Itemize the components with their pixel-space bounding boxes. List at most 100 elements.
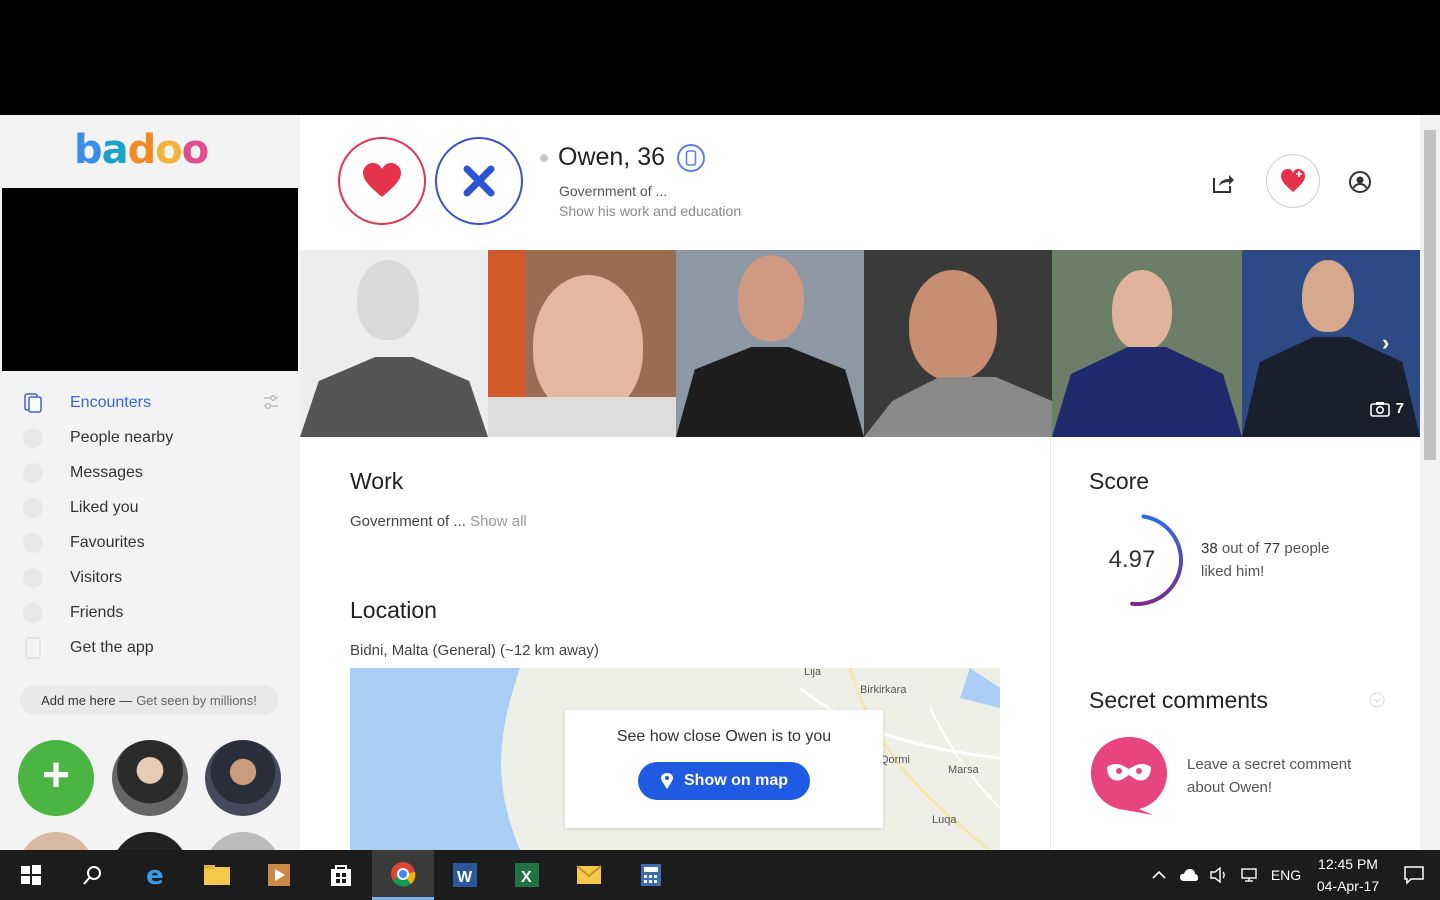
location-map[interactable]: Birkirkara Qormi Marsa Luqa alta Lija Se… [350, 668, 1000, 850]
like-button[interactable] [338, 137, 426, 225]
sidebar-item-label: Favourites [70, 533, 145, 551]
excel-icon[interactable]: X [496, 850, 558, 900]
media-player-icon[interactable] [248, 850, 310, 900]
profile-job: Government of ... [559, 183, 668, 199]
profile-photo[interactable] [676, 250, 864, 437]
favourites-icon [22, 532, 44, 554]
score-title: Score [1089, 468, 1150, 494]
profile-name-row: Owen, 36 [540, 143, 706, 172]
map-pin-icon [661, 773, 673, 789]
scrollbar-thumb[interactable] [1424, 130, 1436, 460]
show-on-map-button[interactable]: Show on map [638, 762, 810, 800]
heart-plus-icon [1281, 169, 1305, 192]
profile-photo[interactable] [488, 250, 676, 437]
system-tray: ENG 12:45 PM 04-Apr-17 [1144, 850, 1440, 900]
show-work-education-link[interactable]: Show his work and education [559, 203, 741, 219]
sidebar-item-encounters[interactable]: Encounters [0, 385, 300, 420]
redacted-profile-area [2, 188, 298, 371]
sidebar-item-people-nearby[interactable]: People nearby [0, 420, 300, 455]
profile-name: Owen, 36 [558, 143, 666, 171]
liked-count: 38 [1201, 540, 1218, 557]
photo-count[interactable]: 7 [1369, 400, 1404, 417]
sidebar-item-favourites[interactable]: Favourites [0, 525, 300, 560]
filter-icon[interactable] [262, 393, 280, 411]
logo-letter: o [155, 127, 183, 173]
network-icon[interactable] [1234, 850, 1264, 900]
avatar[interactable] [205, 832, 281, 850]
camera-icon [1369, 401, 1390, 417]
add-me-separator: — [119, 692, 133, 708]
language-indicator[interactable]: ENG [1264, 867, 1308, 883]
secret-mask-icon [1089, 735, 1169, 815]
sidebar-item-get-the-app[interactable]: Get the app [0, 630, 300, 665]
sidebar-item-liked-you[interactable]: Liked you [0, 490, 300, 525]
file-explorer-icon[interactable] [186, 850, 248, 900]
notifications-icon[interactable] [1388, 850, 1440, 900]
sidebar-item-visitors[interactable]: Visitors [0, 560, 300, 595]
sidebar-item-friends[interactable]: Friends [0, 595, 300, 630]
word-icon[interactable]: W [434, 850, 496, 900]
share-icon[interactable] [1210, 170, 1236, 196]
chevron-down-icon[interactable] [1369, 692, 1385, 713]
logo-letter: a [101, 127, 129, 173]
location-title: Location [350, 597, 437, 623]
sidebar-item-label: People nearby [70, 428, 174, 446]
verified-phone-icon[interactable] [677, 143, 706, 172]
score-value: 4.97 [1108, 546, 1156, 573]
secret-line2: about Owen! [1187, 779, 1273, 796]
sidebar-item-messages[interactable]: Messages [0, 455, 300, 490]
add-favourite-button[interactable] [1266, 154, 1320, 208]
clock[interactable]: 12:45 PM 04-Apr-17 [1308, 853, 1388, 897]
photo-strip[interactable]: › 7 [300, 250, 1420, 437]
secret-line1: Leave a secret comment [1187, 756, 1352, 773]
encounters-icon [22, 392, 44, 414]
logo-letter: d [127, 127, 157, 173]
main-content: Owen, 36 Government of ... Show his work… [300, 115, 1420, 850]
search-icon[interactable] [62, 850, 124, 900]
calculator-icon[interactable] [620, 850, 682, 900]
profile-photo[interactable] [864, 250, 1052, 437]
work-text: Government of ... Show all [350, 513, 527, 530]
phone-icon [22, 636, 44, 659]
volume-icon[interactable] [1204, 850, 1234, 900]
online-status-dot [540, 153, 548, 162]
secret-comment-text[interactable]: Leave a secret comment about Owen! [1187, 753, 1351, 799]
chrome-icon[interactable] [372, 850, 434, 900]
top-black-bar [0, 0, 1440, 115]
avatar[interactable] [18, 832, 94, 850]
photo-count-value: 7 [1395, 400, 1404, 417]
profile-photo[interactable] [1052, 250, 1242, 437]
heart-icon [363, 163, 401, 197]
liked-mid: out of [1217, 540, 1264, 557]
clock-time: 12:45 PM [1318, 856, 1378, 872]
badoo-logo[interactable]: badoo [74, 125, 209, 175]
liked-you-icon [22, 497, 44, 519]
avatar[interactable] [112, 832, 188, 850]
chevron-up-icon[interactable] [1144, 850, 1174, 900]
scrollbar[interactable] [1420, 115, 1440, 850]
work-title: Work [350, 468, 404, 494]
add-me-here-button[interactable]: Add me here — Get seen by millions! [20, 685, 278, 715]
messages-icon [22, 462, 44, 484]
chevron-right-icon[interactable]: › [1382, 330, 1402, 355]
logo-letter: b [74, 127, 103, 173]
profile-photo[interactable]: › 7 [1242, 250, 1420, 437]
store-icon[interactable] [310, 850, 372, 900]
show-all-link[interactable]: Show all [470, 513, 527, 530]
map-label: Qormi [880, 754, 910, 766]
map-label: Luqa [932, 814, 957, 826]
add-spotlight-button[interactable]: + [18, 740, 94, 816]
clock-date: 04-Apr-17 [1316, 878, 1380, 894]
profile-photo[interactable] [300, 250, 488, 437]
user-profile-icon[interactable] [1348, 170, 1372, 194]
avatar[interactable] [205, 740, 281, 816]
pass-button[interactable] [435, 137, 523, 225]
mail-icon[interactable] [558, 850, 620, 900]
avatar[interactable] [112, 740, 188, 816]
close-icon [463, 165, 495, 197]
windows-start-icon[interactable] [0, 850, 62, 900]
liked-line2: liked him! [1201, 563, 1265, 580]
map-label: Lija [804, 668, 822, 678]
cloud-icon[interactable] [1174, 850, 1204, 900]
edge-browser-icon[interactable]: e [124, 850, 186, 900]
